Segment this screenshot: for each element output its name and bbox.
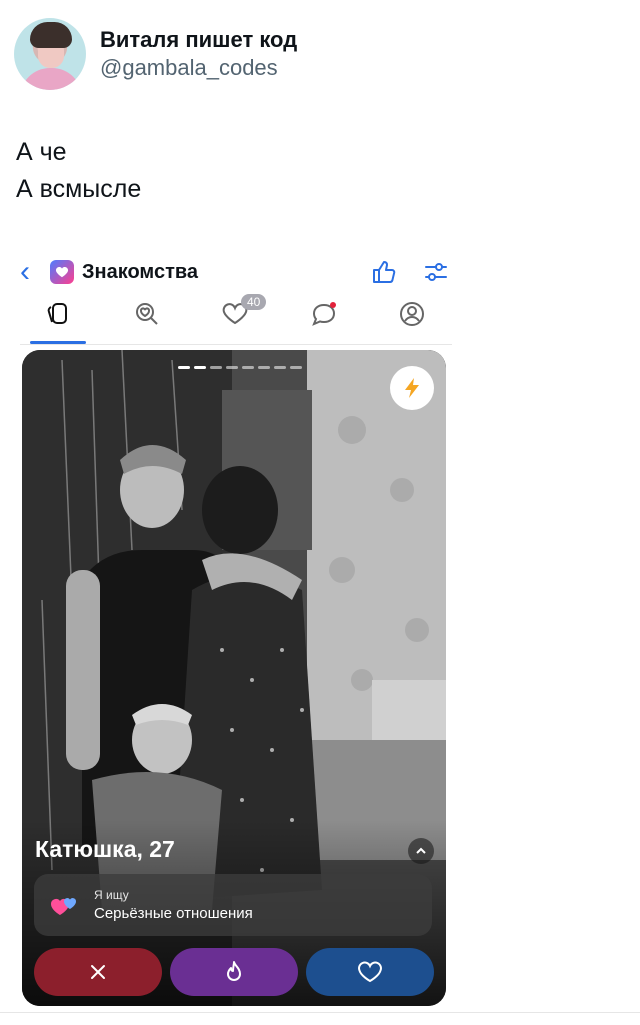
tab-profile[interactable] (384, 300, 440, 344)
tab-search[interactable] (119, 300, 175, 344)
tweet-header: Виталя пишет код @gambala_codes (14, 18, 297, 90)
hearts-emoji-icon (51, 898, 77, 915)
filter-sliders-icon[interactable] (422, 258, 450, 286)
dating-app-screenshot: ‹ Знакомства 40 Катюшка, 27 Я ищу Серьёз… (0, 246, 640, 1016)
tweet-text: А че А всмысле (16, 134, 141, 208)
tweet-text-line: А че (16, 138, 67, 166)
looking-for-label: Я ищу (94, 888, 129, 902)
dislike-button[interactable] (34, 948, 162, 996)
superlike-button[interactable] (170, 948, 298, 996)
like-button[interactable] (306, 948, 434, 996)
display-name[interactable]: Виталя пишет код (100, 26, 297, 54)
expand-profile-button[interactable] (408, 838, 434, 864)
avatar[interactable] (14, 18, 86, 90)
app-topbar: ‹ Знакомства (20, 254, 450, 290)
unread-dot (329, 302, 336, 308)
photo-progress (178, 366, 302, 369)
tweet-text-line: А всмысле (16, 175, 142, 203)
lightning-icon (405, 378, 419, 398)
looking-for-value: Серьёзные отношения (94, 905, 253, 922)
tweet-bottom-divider (0, 1012, 640, 1013)
boost-button[interactable] (390, 366, 434, 410)
app-title: Знакомства (82, 260, 199, 283)
action-buttons (34, 948, 434, 996)
app-tabs: 40 (30, 294, 440, 344)
close-icon (91, 965, 105, 979)
cards-icon (47, 303, 67, 324)
tab-messages[interactable] (296, 300, 352, 344)
profile-icon (400, 302, 424, 326)
likes-count-badge: 40 (241, 294, 267, 310)
user-handle[interactable]: @gambala_codes (100, 54, 297, 82)
tabs-divider (20, 344, 452, 345)
tab-cards[interactable] (30, 300, 86, 344)
tab-likes[interactable]: 40 (207, 294, 267, 344)
flame-icon (227, 961, 241, 981)
looking-for-panel: Я ищу Серьёзные отношения (34, 874, 432, 936)
search-heart-icon (135, 303, 158, 325)
heart-icon (358, 961, 382, 983)
app-logo-icon (50, 260, 74, 284)
chevron-up-icon (416, 847, 426, 854)
back-chevron-icon[interactable]: ‹ (20, 257, 50, 287)
author-names: Виталя пишет код @gambala_codes (100, 26, 297, 82)
profile-name-age: Катюшка, 27 (35, 836, 175, 862)
thumbs-up-icon[interactable] (370, 258, 398, 286)
profile-card[interactable]: Катюшка, 27 Я ищу Серьёзные отношения (22, 350, 446, 1006)
